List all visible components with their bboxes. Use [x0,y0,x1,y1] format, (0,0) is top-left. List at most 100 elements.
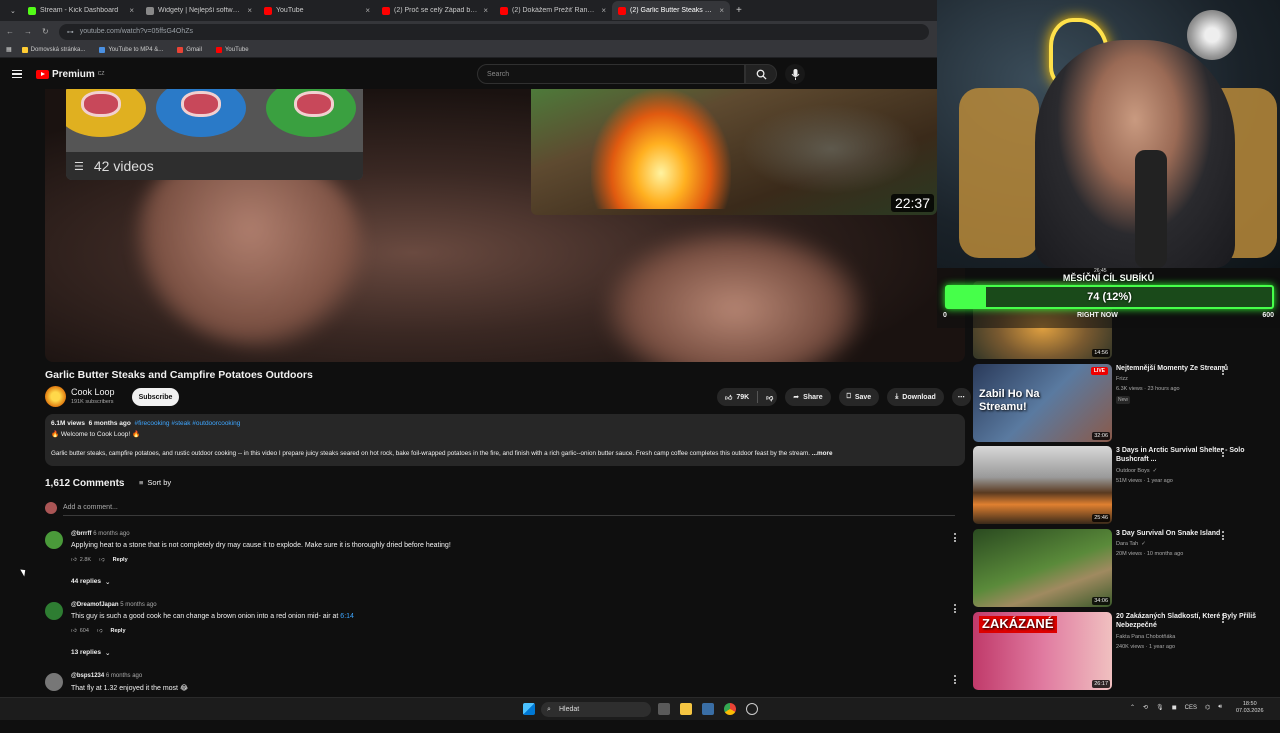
close-tab-icon[interactable]: × [483,6,488,15]
channel-avatar[interactable] [45,386,66,407]
bookmark-item[interactable]: Domovská stránka... [21,46,85,53]
video-channel[interactable]: Fakta Pana Chobotňáka [1116,634,1175,640]
close-tab-icon[interactable]: × [247,6,252,15]
video-menu-icon[interactable] [1221,448,1225,457]
comment-menu-icon[interactable] [953,533,957,542]
comment-avatar[interactable] [45,673,63,691]
view-replies-button[interactable]: 44 replies ⌄ [71,578,110,586]
store-icon[interactable] [702,703,714,715]
recommended-video[interactable]: 25:46 3 Days in Arctic Survival Shelter -… [973,446,1280,526]
view-replies-button[interactable]: 13 replies ⌄ [71,649,110,657]
language-indicator[interactable]: CES [1185,705,1197,711]
search-input[interactable]: Search [477,64,745,84]
channel-name[interactable]: Cook Loop [71,387,115,397]
site-info-icon[interactable]: ⊶ [67,28,74,36]
comment-menu-icon[interactable] [953,675,957,684]
video-thumbnail[interactable]: Zabil Ho Na Streamu! LIVE 32:06 [973,364,1112,442]
taskbar-search[interactable]: ⌕ Hledat [541,702,651,717]
comment-avatar[interactable] [45,531,63,549]
subscribe-button[interactable]: Subscribe [132,388,179,406]
endscreen-video-card[interactable]: 22:37 [531,89,937,215]
video-title[interactable]: Nejtemnější Momenty Ze Streamů [1116,364,1266,373]
recommended-video[interactable]: 34:06 3 Day Survival On Snake Island Dara … [973,529,1280,609]
browser-tab[interactable]: Widgety | Nejlepší software pro × [140,1,258,20]
chrome-icon[interactable] [724,703,736,715]
volume-icon[interactable]: 🔊︎ [1218,704,1222,711]
video-menu-icon[interactable] [1221,366,1225,375]
youtube-premium-logo[interactable]: Premium CZ [36,69,104,80]
close-tab-icon[interactable]: × [601,6,606,15]
wifi-icon[interactable]: ⌬ [1205,704,1210,711]
chevron-up-icon[interactable]: ⌃ [1130,704,1135,711]
share-button[interactable]: ➦ Share [785,388,831,406]
browser-tab[interactable]: YouTube × [258,1,376,20]
comment-avatar[interactable] [45,602,63,620]
video-menu-icon[interactable] [1221,531,1225,540]
like-button[interactable]: 👍︎ 79K [725,393,749,402]
download-button[interactable]: ⤓ Download [887,388,944,406]
bookmark-item[interactable]: Gmail [177,46,202,53]
forward-icon[interactable]: → [24,27,32,36]
new-tab-button[interactable]: + [736,5,742,16]
recommended-video[interactable]: ZAKÁZANÉ 26:17 20 Zakázaných Sladkostí, Kt… [973,612,1280,692]
network-icon[interactable]: ⟲ [1143,704,1148,711]
video-thumbnail[interactable]: 34:06 [973,529,1112,607]
comment-reply-button[interactable]: Reply [111,628,126,634]
bookmark-item[interactable]: YouTube to MP4 &... [99,46,163,53]
video-menu-icon[interactable] [1221,614,1225,623]
app-tray-icon[interactable]: ◼ [1172,704,1177,711]
video-player[interactable]: ☰ 42 videos 22:37 [45,89,965,362]
reload-icon[interactable]: ↻ [42,27,49,36]
more-actions-button[interactable]: ⋯ [951,388,971,406]
video-channel[interactable]: Outdoor Boys ✓ [1116,468,1157,474]
close-tab-icon[interactable]: × [365,6,370,15]
description-box[interactable]: 6.1M views 6 months ago #firecooking #st… [45,414,965,466]
close-tab-icon[interactable]: × [719,6,724,15]
hashtags[interactable]: #firecooking #steak #outdoorcooking [134,420,240,427]
video-thumbnail[interactable]: ZAKÁZANÉ 26:17 [973,612,1112,690]
search-button[interactable] [745,64,777,84]
comment-age: 6 months ago [105,673,143,679]
apps-icon[interactable]: ▦ [6,46,12,53]
add-comment-input[interactable]: Add a comment... [63,504,118,511]
video-thumbnail[interactable]: 25:46 [973,446,1112,524]
comment-like-button[interactable]: 👍︎ 2.8K [71,557,91,563]
thumbs-down-icon[interactable]: 👎︎ [99,557,105,563]
microphone-icon[interactable]: 🎙︎ [1156,704,1164,711]
show-more-link[interactable]: ...more [812,450,833,457]
comment-author[interactable]: @brrrff [71,531,92,537]
recommended-video[interactable]: Zabil Ho Na Streamu! LIVE 32:06 Nejtemnější… [973,364,1280,444]
clock[interactable]: 18:50 07.03.2026 [1236,701,1264,715]
close-tab-icon[interactable]: × [129,6,134,15]
save-button[interactable]: ⎕ Save [838,388,880,406]
video-title[interactable]: 3 Days in Arctic Survival Shelter - Solo… [1116,446,1266,465]
video-channel[interactable]: Dara Tah ✓ [1116,541,1146,547]
browser-tab[interactable]: (2) Garlic Butter Steaks and Cam× [612,1,730,20]
comment-like-button[interactable]: 👍︎ 604 [71,628,89,634]
video-title[interactable]: 3 Day Survival On Snake Island [1116,529,1266,538]
hamburger-menu-icon[interactable] [12,69,22,79]
bookmark-item[interactable]: YouTube [215,46,249,53]
file-explorer-icon[interactable] [680,703,692,715]
endscreen-playlist-card[interactable]: ☰ 42 videos [66,89,363,180]
video-channel[interactable]: Frizz [1116,376,1128,382]
voice-search-button[interactable] [785,64,805,84]
comment-reply-button[interactable]: Reply [113,557,128,563]
url-field[interactable]: ⊶ youtube.com/watch?v=05ffsG4OhZs [58,23,929,40]
sort-by-button[interactable]: ≡ Sort by [139,478,171,487]
windows-start-icon[interactable] [523,703,535,715]
task-view-icon[interactable] [658,703,670,715]
comment-menu-icon[interactable] [953,604,957,613]
comment-timestamp-link[interactable]: 6:14 [340,613,354,620]
settings-icon[interactable] [746,703,758,715]
comment-author[interactable]: @bsps1234 [71,673,104,679]
back-icon[interactable]: ← [6,27,14,36]
tab-list-button[interactable]: ⌄ [4,1,22,20]
browser-tab[interactable]: (2) Dokážem Prežiť Ranná Rutin × [494,1,612,20]
thumbs-down-icon[interactable]: 👎︎ [97,628,103,634]
browser-tab[interactable]: Stream - Kick Dashboard × [22,1,140,20]
dislike-button[interactable]: 👎︎ [766,393,773,402]
video-title[interactable]: 20 Zakázaných Sladkostí, Které Byly Příl… [1116,612,1266,631]
comment-author[interactable]: @DreamofJapan [71,602,119,608]
browser-tab[interactable]: (2) Proč se celý Západ bojí těcht × [376,1,494,20]
